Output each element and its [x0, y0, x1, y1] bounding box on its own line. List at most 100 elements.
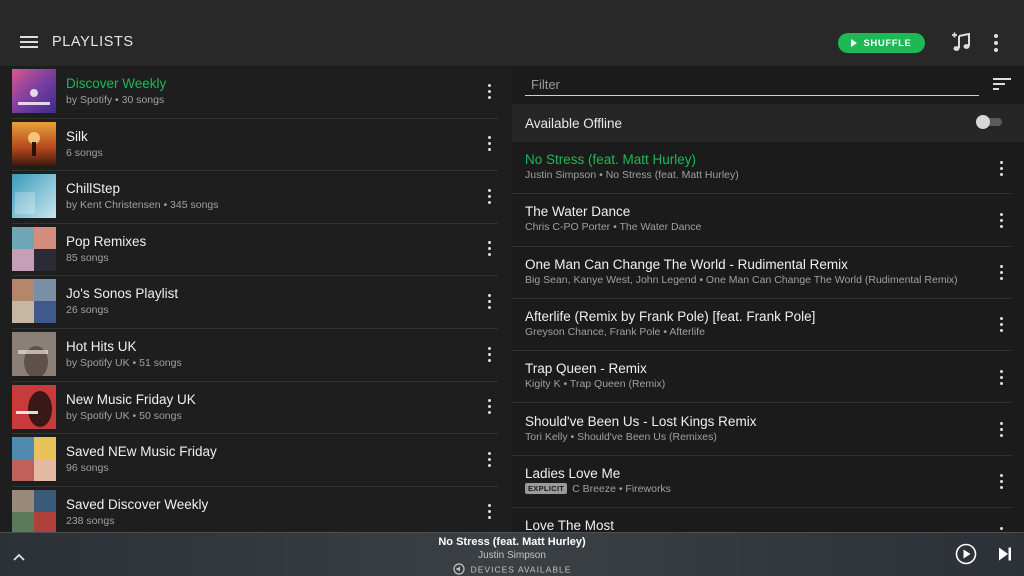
playlist-list: Discover Weekly by Spotify • 30 songs Si…: [0, 66, 510, 532]
more-vert-icon[interactable]: [998, 159, 1004, 177]
track-meta: Kigity K • Trap Queen (Remix): [525, 378, 665, 390]
track-title: Trap Queen - Remix: [525, 361, 647, 377]
track-row[interactable]: One Man Can Change The World - Rudimenta…: [512, 247, 1012, 299]
hamburger-icon[interactable]: [20, 36, 38, 50]
playlist-meta: by Spotify UK • 50 songs: [66, 409, 182, 422]
playlist-name: Jo's Sonos Playlist: [66, 286, 179, 302]
track-meta: EXPLICIT C Breeze • Fireworks: [525, 483, 671, 495]
more-vert-icon[interactable]: [486, 135, 492, 153]
now-playing-artist: Justin Simpson: [478, 550, 546, 561]
track-meta: Big Sean, Kanye West, John Legend • One …: [525, 274, 958, 286]
playlist-item[interactable]: Discover Weekly by Spotify • 30 songs: [12, 66, 498, 119]
devices-label: DEVICES AVAILABLE: [470, 564, 572, 575]
track-row[interactable]: Should've Been Us - Lost Kings Remix Tor…: [512, 404, 1012, 456]
playlist-meta: by Spotify • 30 songs: [66, 94, 165, 106]
track-row[interactable]: Afterlife (Remix by Frank Pole) [feat. F…: [512, 299, 1012, 352]
playlist-item[interactable]: Jo's Sonos Playlist 26 songs: [12, 276, 498, 329]
more-vert-icon[interactable]: [486, 240, 492, 258]
playlist-name: Pop Remixes: [66, 233, 147, 249]
more-vert-icon[interactable]: [998, 368, 1004, 386]
playlist-item[interactable]: Hot Hits UK by Spotify UK • 51 songs: [12, 329, 498, 382]
track-title: Afterlife (Remix by Frank Pole) [feat. F…: [525, 308, 816, 324]
playlist-meta: 26 songs: [66, 304, 109, 317]
playlist-name: Discover Weekly: [66, 76, 167, 91]
track-row[interactable]: Trap Queen - Remix Kigity K • Trap Queen…: [512, 351, 1012, 404]
track-row[interactable]: Ladies Love Me EXPLICIT C Breeze • Firew…: [512, 456, 1012, 509]
track-artist-album: Kigity K • Trap Queen (Remix): [525, 378, 666, 391]
track-artist-album: Greyson Chance, Frank Pole • Afterlife: [525, 325, 705, 338]
playlist-cover: [12, 489, 56, 532]
playlist-cover: [12, 279, 56, 324]
playlist-name: Hot Hits UK: [66, 339, 137, 354]
more-vert-icon[interactable]: [998, 316, 1004, 334]
toggle-knob: [976, 115, 990, 129]
playlist-item[interactable]: Pop Remixes 85 songs: [12, 224, 498, 277]
more-vert-icon[interactable]: [486, 82, 492, 100]
playlist-item[interactable]: ChillStep by Kent Christensen • 345 song…: [12, 171, 498, 224]
more-vert-icon[interactable]: [486, 292, 492, 310]
more-vert-icon[interactable]: [486, 503, 492, 521]
track-meta: Tori Kelly • Should've Been Us (Remixes): [525, 431, 717, 443]
playlist-meta: 96 songs: [66, 462, 109, 475]
track-title: Should've Been Us - Lost Kings Remix: [525, 413, 757, 429]
track-meta: Justin Simpson • No Stress (feat. Matt H…: [525, 169, 739, 181]
playlist-cover: [12, 384, 56, 429]
playlist-name: New Music Friday UK: [66, 391, 196, 407]
available-offline-row: Available Offline: [512, 104, 1024, 142]
track-title: Ladies Love Me: [525, 465, 621, 481]
playlist-cover: [12, 69, 56, 113]
app-root: PLAYLISTS SHUFFLE Discover Weekly by Spo…: [0, 0, 1024, 576]
more-vert-icon[interactable]: [998, 525, 1004, 532]
add-music-icon[interactable]: [950, 31, 972, 53]
more-vert-icon[interactable]: [486, 187, 492, 205]
available-offline-toggle[interactable]: [976, 115, 1002, 129]
track-artist-album: C Breeze • Fireworks: [572, 482, 671, 495]
track-artist-album: Tori Kelly • Should've Been Us (Remixes): [525, 430, 717, 443]
more-vert-icon[interactable]: [486, 398, 492, 416]
page-title: PLAYLISTS: [52, 34, 134, 50]
playlist-item[interactable]: Silk 6 songs: [12, 119, 498, 172]
devices-available[interactable]: DEVICES AVAILABLE: [0, 563, 1024, 576]
playlist-meta: 85 songs: [66, 251, 109, 264]
more-vert-icon[interactable]: [998, 473, 1004, 491]
sort-icon[interactable]: [993, 78, 1011, 92]
track-artist-album: Justin Simpson • No Stress (feat. Matt H…: [525, 169, 739, 181]
playlist-name: Silk: [66, 128, 88, 144]
now-playing-bar[interactable]: No Stress (feat. Matt Hurley) Justin Sim…: [0, 532, 1024, 576]
skip-next-icon[interactable]: [998, 546, 1012, 562]
track-row[interactable]: The Water Dance Chris C-PO Porter • The …: [512, 194, 1012, 247]
playlist-item[interactable]: Saved Discover Weekly 238 songs: [12, 487, 498, 532]
playlist-meta: 6 songs: [66, 146, 103, 159]
playlist-meta: by Kent Christensen • 345 songs: [66, 199, 219, 212]
track-title: Love The Most: [525, 518, 615, 532]
track-artist-album: Big Sean, Kanye West, John Legend • One …: [525, 273, 958, 286]
playlist-name: ChillStep: [66, 181, 121, 197]
playlist-meta: 238 songs: [66, 514, 115, 527]
play-circle-icon[interactable]: [955, 543, 977, 565]
now-playing-title: No Stress (feat. Matt Hurley): [438, 536, 586, 548]
playlist-item[interactable]: New Music Friday UK by Spotify UK • 50 s…: [12, 382, 498, 435]
track-row[interactable]: Love The Most: [512, 508, 1012, 532]
more-vert-icon[interactable]: [486, 345, 492, 363]
more-vert-icon[interactable]: [998, 264, 1004, 282]
track-title: No Stress (feat. Matt Hurley): [525, 152, 697, 167]
track-panel: Available Offline No Stress (feat. Matt …: [512, 66, 1024, 532]
playlist-name: Saved Discover Weekly: [66, 496, 209, 512]
track-title: One Man Can Change The World - Rudimenta…: [525, 256, 848, 272]
more-vert-icon[interactable]: [486, 450, 492, 468]
more-vert-icon[interactable]: [998, 211, 1004, 229]
filter-field[interactable]: [525, 74, 979, 96]
play-icon: [851, 39, 858, 47]
track-row[interactable]: No Stress (feat. Matt Hurley) Justin Sim…: [512, 142, 1012, 195]
speaker-icon: [453, 563, 465, 576]
more-vert-icon[interactable]: [991, 33, 1001, 53]
playlist-item[interactable]: Saved NEw Music Friday 96 songs: [12, 434, 498, 487]
playlist-name: Saved NEw Music Friday: [66, 444, 217, 460]
playlist-meta: by Spotify UK • 51 songs: [66, 357, 182, 369]
track-meta: Chris C-PO Porter • The Water Dance: [525, 221, 701, 233]
more-vert-icon[interactable]: [998, 421, 1004, 439]
filter-input[interactable]: [525, 74, 979, 94]
track-title: The Water Dance: [525, 204, 631, 220]
shuffle-button[interactable]: SHUFFLE: [838, 33, 925, 53]
track-meta: Greyson Chance, Frank Pole • Afterlife: [525, 326, 705, 338]
